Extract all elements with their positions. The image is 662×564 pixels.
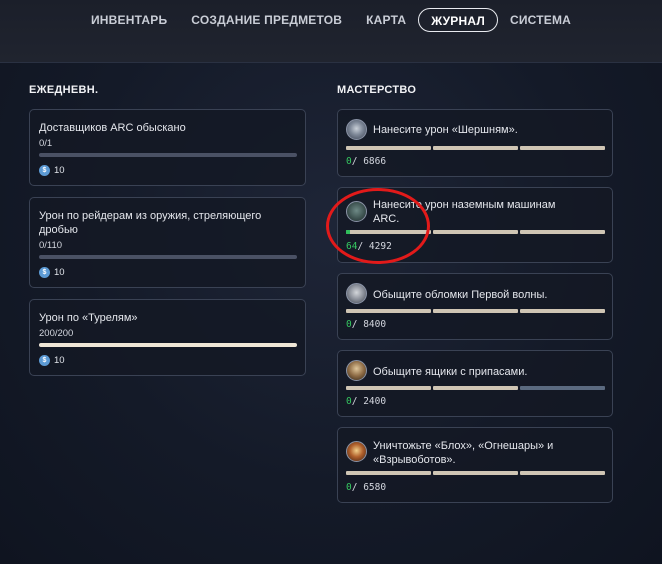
reward-amount: 10	[54, 355, 65, 366]
mastery-card-4[interactable]: Обыщите ящики с припасами. 0/ 2400	[337, 350, 613, 417]
wreckage-icon	[346, 283, 367, 304]
mastery-progress-bar	[346, 471, 605, 475]
mastery-total: 6580	[363, 482, 387, 493]
daily-reward: $ 10	[39, 355, 65, 366]
mastery-total: 2400	[363, 396, 387, 407]
mastery-label: Нанесите урон «Шершням».	[373, 124, 518, 136]
tab-map[interactable]: КАРТА	[354, 8, 418, 32]
daily-reward: $ 10	[39, 267, 65, 278]
daily-progress-text: 0/110	[39, 240, 63, 251]
mastery-total: 6866	[363, 156, 387, 167]
mastery-progress-text: 0/ 2400	[346, 396, 387, 407]
mastery-progress-bar	[346, 146, 605, 150]
mastery-label: Обыщите обломки Первой волны.	[373, 289, 548, 301]
mastery-progress-bar	[346, 309, 605, 313]
daily-progress-bar	[39, 153, 297, 157]
coin-icon: $	[39, 355, 50, 366]
mastery-progress-text: 0/ 6866	[346, 156, 387, 167]
mastery-card-3[interactable]: Обыщите обломки Первой волны. 0/ 8400	[337, 273, 613, 340]
mastery-card-5[interactable]: Уничтожьте «Блох», «Огнешары» и «Взрывоб…	[337, 427, 613, 503]
mastery-progress-text: 0/ 8400	[346, 319, 387, 330]
tab-crafting[interactable]: СОЗДАНИЕ ПРЕДМЕТОВ	[179, 8, 354, 32]
daily-card-label-line2: дробью	[39, 224, 78, 236]
mastery-card-1[interactable]: Нанесите урон «Шершням». 0/ 6866	[337, 109, 613, 177]
supply-crate-icon	[346, 360, 367, 381]
daily-progress-bar	[39, 343, 297, 347]
daily-progress-text: 0/1	[39, 138, 53, 149]
highlight-circle-annotation	[326, 188, 430, 264]
top-navigation: ИНВЕНТАРЬ СОЗДАНИЕ ПРЕДМЕТОВ КАРТА ЖУРНА…	[0, 0, 662, 62]
coin-icon: $	[39, 267, 50, 278]
mastery-total: 8400	[363, 319, 387, 330]
nav-divider	[0, 62, 662, 63]
mastery-label-line1: Уничтожьте «Блох», «Огнешары» и	[373, 440, 554, 452]
daily-card-1[interactable]: Доставщиков ARC обыскано 0/1 $ 10	[29, 109, 306, 186]
mastery-section-title: МАСТЕРСТВО	[337, 84, 417, 96]
tab-inventory[interactable]: ИНВЕНТАРЬ	[79, 8, 179, 32]
daily-progress-bar	[39, 255, 297, 259]
hornet-drone-icon	[346, 119, 367, 140]
mastery-label: Обыщите ящики с припасами.	[373, 366, 528, 378]
daily-section-title: ЕЖЕДНЕВН.	[29, 84, 99, 96]
daily-progress-text: 200/200	[39, 328, 74, 339]
daily-card-label: Доставщиков ARC обыскано	[39, 122, 186, 134]
mastery-progress-text: 0/ 6580	[346, 482, 387, 493]
tab-journal[interactable]: ЖУРНАЛ	[418, 8, 498, 32]
tab-system[interactable]: СИСТЕМА	[498, 8, 583, 32]
daily-card-label: Урон по «Турелям»	[39, 312, 138, 324]
reward-amount: 10	[54, 267, 65, 278]
daily-card-3[interactable]: Урон по «Турелям» 200/200 $ 10	[29, 299, 306, 376]
daily-card-2[interactable]: Урон по рейдерам из оружия, стреляющего …	[29, 197, 306, 288]
coin-icon: $	[39, 165, 50, 176]
explosion-icon	[346, 441, 367, 462]
daily-reward: $ 10	[39, 165, 65, 176]
reward-amount: 10	[54, 165, 65, 176]
nav-tabs: ИНВЕНТАРЬ СОЗДАНИЕ ПРЕДМЕТОВ КАРТА ЖУРНА…	[79, 8, 583, 32]
daily-card-label-line1: Урон по рейдерам из оружия, стреляющего	[39, 210, 262, 222]
mastery-label-line2: «Взрывоботов».	[373, 454, 456, 466]
mastery-progress-bar	[346, 386, 605, 390]
